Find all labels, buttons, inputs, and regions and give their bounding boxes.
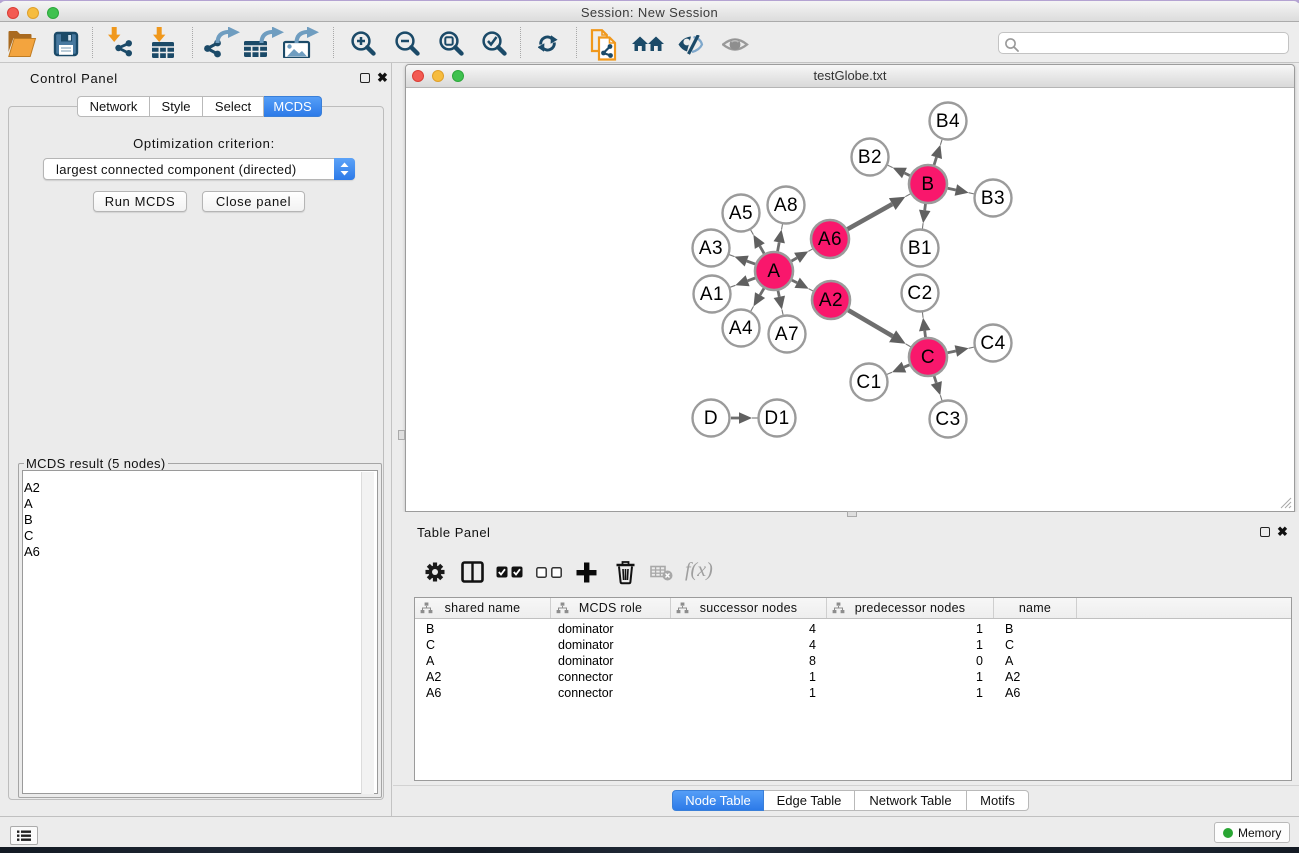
svg-text:A2: A2 [819,290,843,311]
svg-text:D: D [704,408,718,429]
svg-text:B4: B4 [936,111,960,132]
svg-text:C1: C1 [856,372,881,393]
svg-text:C2: C2 [907,283,932,304]
svg-text:A1: A1 [700,284,724,305]
svg-text:A6: A6 [818,229,842,250]
svg-text:C3: C3 [935,409,960,430]
svg-text:C4: C4 [980,333,1005,354]
svg-text:B1: B1 [908,238,932,259]
svg-text:B: B [921,174,934,195]
svg-text:A8: A8 [774,195,798,216]
svg-text:D1: D1 [764,408,789,429]
svg-text:A4: A4 [729,318,753,339]
svg-text:A3: A3 [699,238,723,259]
svg-text:A7: A7 [775,324,799,345]
svg-text:A: A [767,261,780,282]
svg-text:B3: B3 [981,188,1005,209]
svg-text:B2: B2 [858,147,882,168]
svg-text:A5: A5 [729,203,753,224]
svg-text:C: C [921,347,935,368]
